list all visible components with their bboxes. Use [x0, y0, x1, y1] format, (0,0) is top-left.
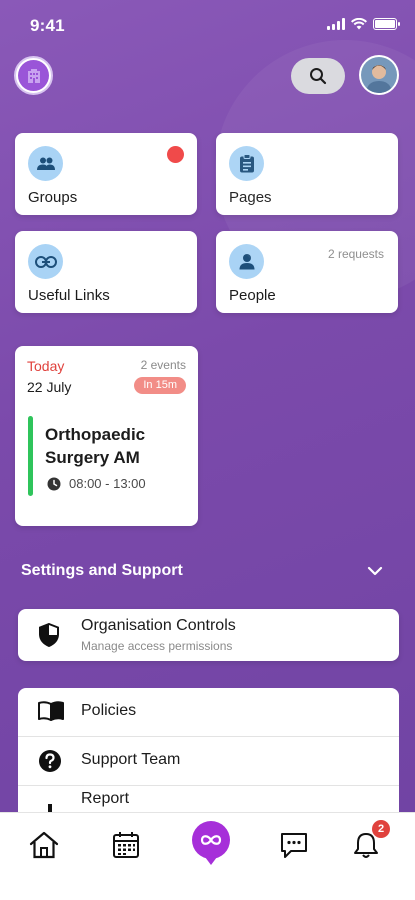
event-card[interactable]: Today 2 events 22 July In 15m Orthopaedi…	[15, 346, 198, 526]
org-logo-button[interactable]	[14, 56, 53, 95]
list-item-policies[interactable]: Policies	[18, 688, 399, 736]
tile-label: Useful Links	[28, 287, 110, 304]
list-item-report[interactable]: Report	[18, 786, 399, 812]
tile-label: Groups	[28, 189, 78, 206]
calendar-icon	[113, 832, 139, 858]
search-icon	[310, 68, 327, 85]
event-date: 22 July	[27, 379, 72, 395]
tile-people[interactable]: 2 requests People	[216, 231, 398, 313]
event-count: 2 events	[140, 358, 186, 372]
tab-bar	[0, 812, 415, 900]
tab-app-home[interactable]	[192, 821, 230, 865]
org-controls-subtitle: Manage access permissions	[81, 639, 233, 653]
report-icon	[38, 802, 62, 812]
event-title: Orthopaedic Surgery AM	[45, 425, 146, 467]
groups-icon	[28, 146, 63, 181]
building-icon	[18, 60, 49, 91]
settings-list: Policies Support Team Report	[18, 688, 399, 812]
tile-pages[interactable]: Pages	[216, 133, 398, 215]
notification-dot	[167, 146, 184, 163]
help-icon	[38, 749, 62, 778]
user-photo-icon	[361, 57, 397, 93]
clock-icon	[47, 477, 61, 490]
signal-icon	[327, 18, 345, 30]
notification-count-badge: 2	[372, 820, 390, 838]
chevron-down-icon[interactable]	[366, 564, 384, 578]
book-icon	[38, 700, 64, 727]
home-icon	[29, 831, 59, 859]
tab-chat[interactable]	[274, 825, 314, 865]
chat-icon	[281, 833, 307, 858]
battery-icon	[373, 18, 400, 30]
event-time: 08:00 - 13:00	[69, 476, 146, 491]
tile-label: People	[229, 287, 276, 304]
list-item-label: Policies	[81, 702, 137, 719]
list-item-support-team[interactable]: Support Team	[18, 737, 399, 785]
tab-home[interactable]	[24, 825, 64, 865]
section-title: Settings and Support	[21, 562, 183, 579]
status-bar: 9:41	[0, 0, 415, 50]
tile-useful-links[interactable]: Useful Links	[15, 231, 197, 313]
event-time-badge: In 15m	[134, 377, 186, 394]
status-time: 9:41	[30, 16, 65, 35]
org-controls-title: Organisation Controls	[81, 617, 236, 634]
event-color-bar	[28, 416, 33, 496]
tab-calendar[interactable]	[106, 825, 146, 865]
shield-icon	[38, 622, 60, 652]
home-screen: 9:41 Groups Pages Useful Links 2 request…	[0, 0, 415, 812]
tile-label: Pages	[229, 189, 272, 206]
search-button[interactable]	[291, 58, 345, 94]
person-icon	[229, 244, 264, 279]
link-icon	[28, 244, 63, 279]
app-logo-icon	[200, 835, 222, 845]
requests-count: 2 requests	[327, 247, 384, 261]
clipboard-icon	[229, 146, 264, 181]
event-time-row: 08:00 - 13:00	[47, 476, 146, 491]
status-icons	[327, 18, 400, 30]
wifi-icon	[351, 18, 367, 30]
avatar[interactable]	[359, 55, 399, 95]
list-item-label: Support Team	[81, 751, 181, 768]
list-item-label: Report	[81, 790, 130, 807]
tile-groups[interactable]: Groups	[15, 133, 197, 215]
organisation-controls-item[interactable]: Organisation Controls Manage access perm…	[18, 609, 399, 661]
event-day-label: Today	[27, 358, 65, 374]
